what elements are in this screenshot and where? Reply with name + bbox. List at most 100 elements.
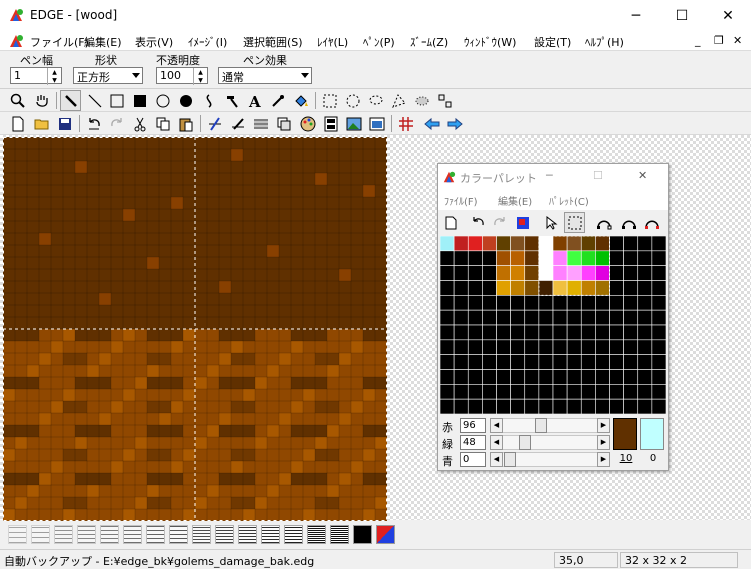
pixel-canvas[interactable] — [3, 137, 387, 521]
slider-right-arrow[interactable]: ▶ — [597, 418, 610, 433]
polygon-select-tool[interactable] — [388, 90, 409, 111]
brush-pattern-3[interactable] — [77, 525, 96, 544]
palette-close-button[interactable]: ✕ — [638, 169, 647, 182]
opacity-input[interactable]: 100 ▲ ▼ — [156, 67, 208, 85]
color-select-tool[interactable] — [434, 90, 455, 111]
slider-value-field[interactable]: 96 — [460, 418, 486, 433]
brush-pattern-11[interactable] — [261, 525, 280, 544]
palette-maximize-button[interactable]: ☐ — [593, 169, 603, 182]
palette-menu-file[interactable]: ﾌｧｲﾙ(F) — [444, 193, 478, 208]
brush-pattern-10[interactable] — [238, 525, 257, 544]
slider-value-field[interactable]: 0 — [460, 452, 486, 467]
document-icon[interactable] — [8, 33, 24, 49]
brush-pattern-8[interactable] — [192, 525, 211, 544]
lasso-select-tool[interactable] — [365, 90, 386, 111]
brush-pattern-4[interactable] — [100, 525, 119, 544]
brush-pattern-2[interactable] — [54, 525, 73, 544]
rectangle-tool[interactable] — [106, 90, 127, 111]
menu-settings[interactable]: 設定(T) — [534, 34, 571, 50]
mdi-restore-button[interactable]: ❐ — [714, 34, 724, 47]
slider-thumb[interactable] — [519, 435, 532, 450]
palette-button[interactable] — [297, 113, 318, 134]
slider-right-arrow[interactable]: ▶ — [597, 435, 610, 450]
spray-tool[interactable] — [221, 90, 242, 111]
menu-help[interactable]: ﾍﾙﾌﾟ(H) — [585, 34, 624, 50]
brush-pattern-5[interactable] — [123, 525, 142, 544]
brush-pattern-12[interactable] — [284, 525, 303, 544]
brush-pattern-9[interactable] — [215, 525, 234, 544]
line-tool[interactable] — [84, 90, 105, 111]
save-button[interactable] — [54, 113, 75, 134]
next-button[interactable] — [444, 113, 465, 134]
palette-minimize-button[interactable]: ─ — [546, 169, 553, 182]
grid-button[interactable] — [395, 113, 416, 134]
eyedropper-tool[interactable] — [267, 90, 288, 111]
paste-button[interactable] — [175, 113, 196, 134]
palette-grad3-button[interactable] — [641, 212, 662, 233]
brush-pattern-14[interactable] — [330, 525, 349, 544]
palette-new-button[interactable] — [440, 212, 461, 233]
menu-file[interactable]: ファイル(F) — [30, 34, 89, 50]
current-color-swatch[interactable] — [613, 418, 637, 450]
ellipse-tool[interactable] — [152, 90, 173, 111]
brush-pattern-15[interactable] — [353, 525, 372, 544]
layer-tool[interactable] — [273, 113, 294, 134]
menu-view[interactable]: 表示(V) — [135, 34, 173, 50]
menu-selection[interactable]: 選択範囲(S) — [243, 34, 303, 50]
brush-tool[interactable] — [227, 113, 248, 134]
palette-grad1-button[interactable] — [593, 212, 614, 233]
brush-pattern-0[interactable] — [8, 525, 27, 544]
palette-swap-button[interactable] — [512, 212, 533, 233]
redo-button[interactable] — [106, 113, 127, 134]
palette-redo-button[interactable] — [489, 212, 510, 233]
animation-button[interactable] — [320, 113, 341, 134]
opacity-spin[interactable]: ▲ ▼ — [193, 68, 207, 85]
mdi-minimize-button[interactable]: _ — [695, 34, 701, 47]
open-file-button[interactable] — [31, 113, 52, 134]
menu-layer[interactable]: ﾚｲﾔ(L) — [317, 34, 348, 50]
brush-pattern-16[interactable] — [376, 525, 395, 544]
brush-pattern-1[interactable] — [31, 525, 50, 544]
pen-effect-select[interactable]: 通常 — [218, 67, 312, 84]
slider-right-arrow[interactable]: ▶ — [597, 452, 610, 467]
menu-image[interactable]: ｲﾒｰｼﾞ(I) — [188, 34, 227, 50]
menu-window[interactable]: ｳｨﾝﾄﾞｳ(W) — [464, 34, 516, 50]
zoom-tool[interactable] — [7, 90, 28, 111]
brush-pattern-13[interactable] — [307, 525, 326, 544]
palette-menu-edit[interactable]: 編集(E) — [498, 193, 532, 208]
brush-pattern-6[interactable] — [146, 525, 165, 544]
minimize-button[interactable]: ─ — [613, 0, 659, 31]
text-tool[interactable]: A — [244, 90, 265, 111]
background-color-swatch[interactable] — [640, 418, 664, 450]
curve-tool[interactable] — [198, 90, 219, 111]
menu-edit[interactable]: 編集(E) — [84, 34, 122, 50]
palette-menu-palette[interactable]: ﾊﾟﾚｯﾄ(C) — [549, 193, 589, 208]
preview-button[interactable] — [343, 113, 364, 134]
gradient-tool[interactable] — [250, 113, 271, 134]
palette-pointer-button[interactable] — [540, 212, 561, 233]
brush-pattern-7[interactable] — [169, 525, 188, 544]
pen-tool[interactable] — [60, 90, 81, 111]
slider-left-arrow[interactable]: ◀ — [490, 418, 503, 433]
fill-tool[interactable] — [290, 90, 311, 111]
hand-tool[interactable] — [31, 90, 52, 111]
slider-track[interactable] — [490, 418, 610, 433]
slider-thumb[interactable] — [534, 418, 547, 433]
slider-value-field[interactable]: 48 — [460, 435, 486, 450]
prev-button[interactable] — [421, 113, 442, 134]
rect-select-tool[interactable] — [319, 90, 340, 111]
filled-ellipse-tool[interactable] — [175, 90, 196, 111]
palette-swatch-grid[interactable] — [440, 236, 666, 414]
pen-width-input[interactable]: 1 ▲ ▼ — [10, 67, 62, 85]
menu-pen[interactable]: ﾍﾟﾝ(P) — [363, 34, 395, 50]
cut-button[interactable] — [129, 113, 150, 134]
ellipse-select-tool[interactable] — [342, 90, 363, 111]
flip-tool[interactable] — [204, 113, 225, 134]
slider-left-arrow[interactable]: ◀ — [490, 452, 503, 467]
palette-select-button[interactable] — [564, 212, 585, 233]
window-button[interactable] — [366, 113, 387, 134]
close-button[interactable]: ✕ — [705, 0, 751, 31]
magic-select-tool[interactable] — [411, 90, 432, 111]
pen-width-spin[interactable]: ▲ ▼ — [47, 68, 61, 85]
slider-track[interactable] — [490, 435, 610, 450]
